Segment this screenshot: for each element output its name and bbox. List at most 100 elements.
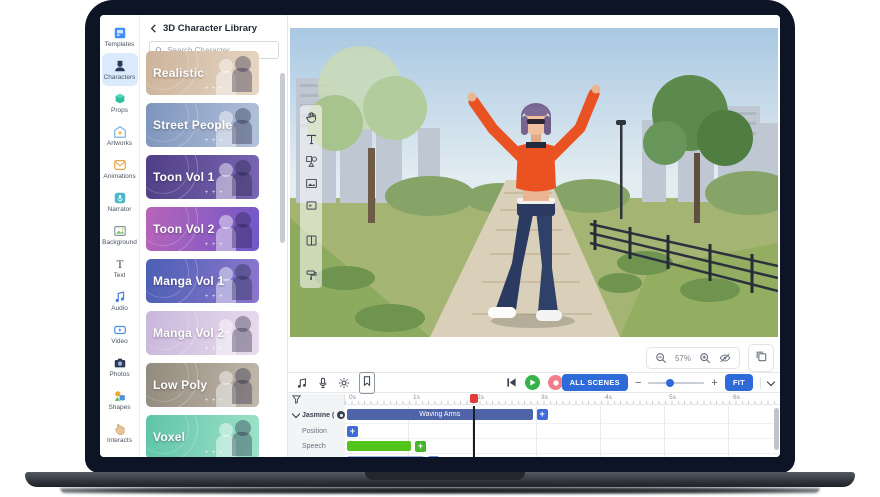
skip-start-icon[interactable]	[506, 377, 517, 388]
image-tool-icon[interactable]	[305, 177, 318, 190]
ruler-label: 4s	[605, 394, 612, 401]
sidebar-item-artworks[interactable]: Artworks	[102, 119, 138, 152]
add-position-button[interactable]: +	[347, 426, 358, 437]
duplicate-button[interactable]	[748, 344, 774, 372]
track-label-speech[interactable]: Speech	[288, 439, 345, 454]
canvas-stage[interactable]	[290, 28, 778, 337]
artworks-icon	[113, 125, 127, 139]
play-icon	[529, 379, 536, 386]
category-card-low-poly[interactable]: Low Poly+ + +	[146, 363, 259, 407]
sidebar-item-label: Props	[111, 107, 128, 114]
category-card-toon-vol-1[interactable]: Toon Vol 1+ + +	[146, 155, 259, 199]
sidebar-item-background[interactable]: Background	[102, 218, 138, 251]
music-note-icon[interactable]	[296, 377, 308, 389]
zoom-level: 57%	[675, 354, 691, 363]
sidebar-item-label: Interacts	[107, 437, 132, 444]
record-icon	[553, 380, 559, 386]
audio-icon	[113, 290, 127, 304]
sidebar-item-interacts[interactable]: Interacts	[102, 416, 138, 449]
timeline-toolbar: ALL SCENES − + FIT	[288, 372, 780, 393]
fit-button[interactable]: FIT	[725, 374, 753, 391]
chevron-down-icon[interactable]	[767, 377, 775, 385]
category-card-street-people[interactable]: Street People+ + +	[146, 103, 259, 147]
clip-waving-arms[interactable]: Waving Arms	[347, 409, 533, 420]
paint-roller-icon[interactable]	[305, 269, 318, 282]
eye-off-icon[interactable]	[719, 352, 731, 364]
sidebar-item-animations[interactable]: Animations	[102, 152, 138, 185]
park-scene	[290, 28, 778, 337]
add-speech-button[interactable]: +	[415, 441, 426, 452]
timeline-zoom-out[interactable]: −	[635, 378, 641, 388]
microphone-icon[interactable]	[317, 377, 329, 389]
back-button[interactable]	[149, 24, 158, 33]
text-tool-icon[interactable]	[305, 133, 318, 146]
add-animation-button[interactable]: +	[537, 409, 548, 420]
timeline-zoom-slider[interactable]	[648, 382, 704, 384]
track-label-camera[interactable]: Camera	[288, 454, 345, 457]
sidebar-item-props[interactable]: Props	[102, 86, 138, 119]
bookmark-icon	[361, 375, 373, 387]
animations-icon	[113, 158, 127, 172]
collapse-chevron-icon[interactable]	[292, 410, 300, 418]
ruler-label: 2s	[477, 394, 484, 401]
shapes-icon	[113, 389, 127, 403]
category-card-voxel[interactable]: Voxel+ + +	[146, 415, 259, 457]
ruler-label: 3s	[541, 394, 548, 401]
all-scenes-button[interactable]: ALL SCENES	[562, 374, 628, 391]
sidebar-item-label: Text	[114, 272, 126, 279]
sidebar-item-audio[interactable]: Audio	[102, 284, 138, 317]
laptop-bezel: Templates Characters Props Artworks Anim…	[85, 0, 795, 473]
category-card-manga-vol-1[interactable]: Manga Vol 1+ + +	[146, 259, 259, 303]
zoom-in-icon[interactable]	[699, 352, 711, 364]
track-labels: Jasmine (... Position Speech Camera	[288, 406, 345, 457]
sidebar-item-photos[interactable]: Photos	[102, 350, 138, 383]
track-label-jasmine[interactable]: Jasmine (...	[288, 406, 345, 424]
category-card-manga-vol-2[interactable]: Manga Vol 2+ + +	[146, 311, 259, 355]
panel-title: 3D Character Library	[163, 23, 257, 34]
sidebar-item-text[interactable]: T Text	[102, 251, 138, 284]
sidebar-item-shapes[interactable]: Shapes	[102, 383, 138, 416]
effects-icon[interactable]	[338, 377, 350, 389]
hand-icon[interactable]	[305, 111, 318, 124]
sidebar-item-video[interactable]: Video	[102, 317, 138, 350]
laptop-base	[25, 472, 855, 487]
filter-icon[interactable]	[292, 395, 301, 404]
sidebar-item-label: Templates	[105, 41, 135, 48]
library-scrollbar[interactable]	[280, 73, 285, 243]
sticker-tool-icon[interactable]	[305, 199, 318, 212]
sidebar-item-label: Audio	[111, 305, 128, 312]
clip-speech[interactable]	[347, 441, 411, 451]
sidebar-item-label: Background	[102, 239, 137, 246]
sidebar-item-label: Characters	[104, 74, 136, 81]
timeline-ruler[interactable]: 0s 1s 2s 3s 4s 5s 6s	[345, 394, 780, 405]
play-button[interactable]	[525, 375, 540, 390]
playhead-flag[interactable]	[470, 394, 478, 403]
bookmark-button[interactable]	[359, 372, 375, 394]
clip-camera-1[interactable]: Camera 1	[347, 456, 424, 457]
timeline-zoom-in[interactable]: +	[711, 378, 717, 388]
interacts-icon	[113, 422, 127, 436]
sidebar-item-narrator[interactable]: Narrator	[102, 185, 138, 218]
add-camera-button[interactable]: +	[428, 456, 439, 457]
slider-knob[interactable]	[666, 379, 674, 387]
laptop-notch	[365, 472, 525, 480]
shapes-tool-icon[interactable]	[305, 155, 318, 168]
category-list: Realistic+ + + Street People+ + + Toon V…	[146, 51, 259, 457]
sidebar-item-templates[interactable]: Templates	[102, 20, 138, 53]
canvas-zoom-bar: 57%	[646, 344, 774, 372]
playhead[interactable]	[473, 406, 475, 457]
sidebar-item-label: Photos	[109, 371, 129, 378]
timeline-scrollbar[interactable]	[774, 408, 779, 450]
track-area: Waving Arms + + + Camera 1 +	[345, 406, 780, 457]
track-label-position[interactable]: Position	[288, 424, 345, 439]
split-view-icon[interactable]	[305, 234, 318, 247]
sidebar: Templates Characters Props Artworks Anim…	[100, 15, 140, 457]
sidebar-item-characters[interactable]: Characters	[102, 53, 138, 86]
app-window: Templates Characters Props Artworks Anim…	[100, 15, 780, 457]
category-card-realistic[interactable]: Realistic+ + +	[146, 51, 259, 95]
focus-target-icon[interactable]	[337, 411, 345, 419]
category-card-toon-vol-2[interactable]: Toon Vol 2+ + +	[146, 207, 259, 251]
ruler-label: 0s	[349, 394, 356, 401]
zoom-out-icon[interactable]	[655, 352, 667, 364]
svg-text:T: T	[116, 258, 123, 270]
